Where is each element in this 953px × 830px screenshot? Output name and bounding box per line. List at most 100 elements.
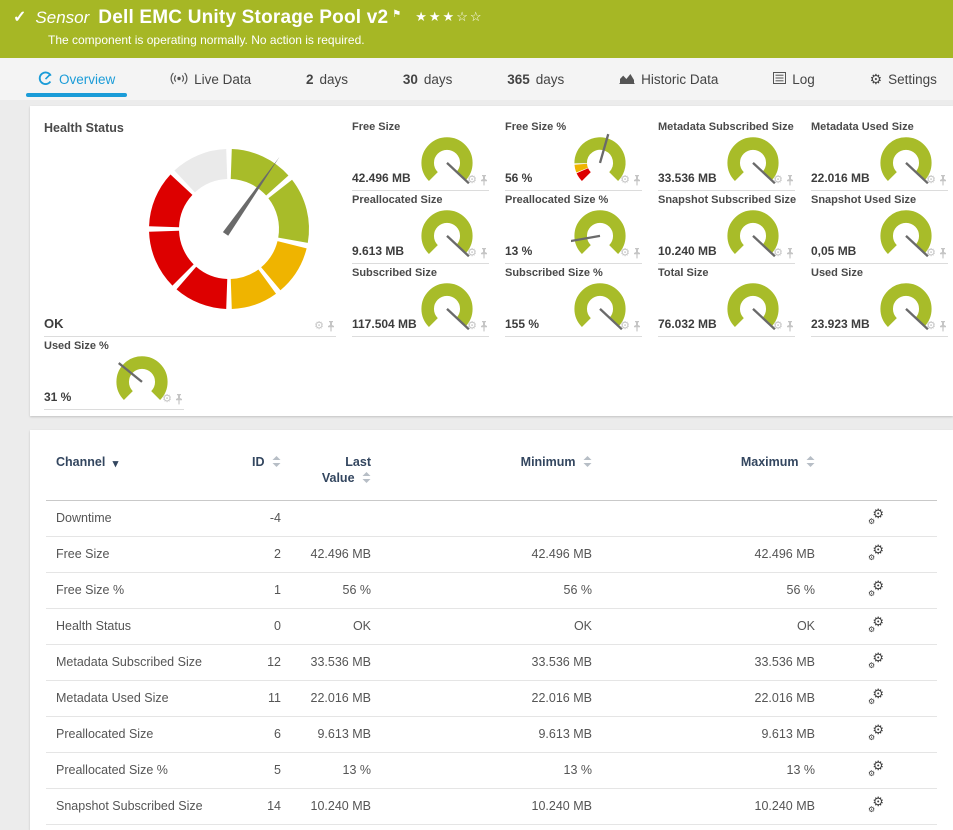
channel-name[interactable]: Downtime <box>46 500 241 536</box>
gauge-value: 117.504 MB <box>352 317 417 331</box>
channel-settings-icon[interactable]: ⚙⚙ <box>868 582 884 596</box>
gauge-tile-snapshot-used-size[interactable]: Snapshot Used Size0,05 MB⚙ <box>811 191 948 264</box>
gear-icon[interactable]: ⚙ <box>467 321 477 332</box>
pin-icon[interactable] <box>480 321 488 332</box>
column-header-minimum[interactable]: Minimum <box>371 448 592 500</box>
channel-settings-icon[interactable]: ⚙⚙ <box>868 690 884 704</box>
gear-icon[interactable]: ⚙ <box>467 175 477 186</box>
channel-name[interactable]: Health Status <box>46 608 241 644</box>
tile-actions: ⚙ <box>620 248 641 259</box>
gauge-tile-snapshot-subscribed-size[interactable]: Snapshot Subscribed Size10.240 MB⚙ <box>658 191 795 264</box>
channel-row-metadata-used-size: Metadata Used Size1122.016 MB22.016 MB22… <box>46 680 937 716</box>
tab-bar: Overview Live Data 2days 30days 365days Histo… <box>0 58 953 100</box>
channel-name[interactable]: Preallocated Size <box>46 716 241 752</box>
pin-icon[interactable] <box>175 394 183 405</box>
channel-last-value: 42.496 MB <box>281 536 371 572</box>
gear-icon: ⚙ <box>870 72 883 86</box>
pin-icon[interactable] <box>480 248 488 259</box>
gauge-tile-preallocated-size[interactable]: Preallocated Size9.613 MB⚙ <box>352 191 489 264</box>
channel-maximum: 13 % <box>592 752 815 788</box>
channel-settings-icon[interactable]: ⚙⚙ <box>868 618 884 632</box>
pin-icon[interactable] <box>480 175 488 186</box>
tile-actions: ⚙ <box>467 175 488 186</box>
priority-stars[interactable]: ★★★☆☆ <box>415 9 483 25</box>
channel-name[interactable]: Metadata Subscribed Size <box>46 644 241 680</box>
pin-icon[interactable] <box>786 321 794 332</box>
pin-icon[interactable] <box>327 321 335 332</box>
tab-overview[interactable]: Overview <box>38 58 115 100</box>
tab-settings[interactable]: ⚙Settings <box>870 58 937 100</box>
gauge-tile-preallocated-size-pct[interactable]: Preallocated Size %13 %⚙ <box>505 191 642 264</box>
channel-settings-icon[interactable]: ⚙⚙ <box>868 798 884 812</box>
column-header-last-value[interactable]: LastValue <box>281 448 371 500</box>
gear-icon[interactable]: ⚙ <box>773 248 783 259</box>
channel-name[interactable]: Snapshot Used Size <box>46 824 241 830</box>
channel-minimum: 56 % <box>371 572 592 608</box>
gauge-tile-free-size[interactable]: Free Size42.496 MB⚙ <box>352 118 489 191</box>
pin-icon[interactable] <box>786 248 794 259</box>
channel-settings-icon[interactable]: ⚙⚙ <box>868 654 884 668</box>
channel-name[interactable]: Free Size <box>46 536 241 572</box>
gear-icon[interactable]: ⚙ <box>926 321 936 332</box>
gear-icon[interactable]: ⚙ <box>773 175 783 186</box>
gear-icon[interactable]: ⚙ <box>773 321 783 332</box>
tile-actions: ⚙ <box>773 248 794 259</box>
gauge-value: 76.032 MB <box>658 317 717 331</box>
tab-days-30[interactable]: 30days <box>403 58 453 100</box>
tab-days-2[interactable]: 2days <box>306 58 348 100</box>
tab-log[interactable]: Log <box>773 58 815 100</box>
channel-settings-icon[interactable]: ⚙⚙ <box>868 726 884 740</box>
gauge-value: 23.923 MB <box>811 317 870 331</box>
gauge-tile-metadata-used-size[interactable]: Metadata Used Size22.016 MB⚙ <box>811 118 948 191</box>
gauge-tile-used-size[interactable]: Used Size23.923 MB⚙ <box>811 264 948 337</box>
gauge-tile-free-size-pct[interactable]: Free Size %56 %⚙ <box>505 118 642 191</box>
gear-icon[interactable]: ⚙ <box>620 321 630 332</box>
gauge-value: 22.016 MB <box>811 171 870 185</box>
flag-icon[interactable]: ⚑ <box>392 9 401 20</box>
gauge-tile-used-size-pct[interactable]: Used Size %31 %⚙ <box>44 337 184 410</box>
gear-icon[interactable]: ⚙ <box>620 248 630 259</box>
tile-actions: ⚙ <box>467 248 488 259</box>
channel-settings-icon[interactable]: ⚙⚙ <box>868 546 884 560</box>
channel-minimum: 9.613 MB <box>371 716 592 752</box>
pin-icon[interactable] <box>939 248 947 259</box>
column-header-maximum[interactable]: Maximum <box>592 448 815 500</box>
channel-settings-icon[interactable]: ⚙⚙ <box>868 510 884 524</box>
column-header-channel[interactable]: Channel ▾ <box>46 448 241 500</box>
gauge-tile-subscribed-size[interactable]: Subscribed Size117.504 MB⚙ <box>352 264 489 337</box>
gauge-tile-metadata-subscribed-size[interactable]: Metadata Subscribed Size33.536 MB⚙ <box>658 118 795 191</box>
channel-last-value: OK <box>281 608 371 644</box>
pin-icon[interactable] <box>939 321 947 332</box>
channel-name[interactable]: Metadata Used Size <box>46 680 241 716</box>
gauge-tile-health-status[interactable]: Health StatusOK⚙ <box>44 118 336 337</box>
channel-row-free-size: Free Size242.496 MB42.496 MB42.496 MB⚙⚙ <box>46 536 937 572</box>
tile-actions: ⚙ <box>467 321 488 332</box>
gear-icon[interactable]: ⚙ <box>467 248 477 259</box>
tab-label: days <box>424 72 453 87</box>
object-kind-label: Sensor <box>35 8 89 28</box>
pin-icon[interactable] <box>939 175 947 186</box>
tab-live-data[interactable]: Live Data <box>170 58 251 100</box>
gear-icon[interactable]: ⚙ <box>620 175 630 186</box>
pin-icon[interactable] <box>786 175 794 186</box>
gear-icon[interactable]: ⚙ <box>162 394 172 405</box>
pin-icon[interactable] <box>633 175 641 186</box>
pin-icon[interactable] <box>633 248 641 259</box>
column-header-id[interactable]: ID <box>241 448 281 500</box>
channel-name[interactable]: Free Size % <box>46 572 241 608</box>
channel-id: 11 <box>241 680 281 716</box>
channel-id: 5 <box>241 752 281 788</box>
channel-name[interactable]: Preallocated Size % <box>46 752 241 788</box>
tab-label: Overview <box>59 72 115 87</box>
gauge-tile-total-size[interactable]: Total Size76.032 MB⚙ <box>658 264 795 337</box>
gear-icon[interactable]: ⚙ <box>926 248 936 259</box>
gauge-tile-subscribed-size-pct[interactable]: Subscribed Size %155 %⚙ <box>505 264 642 337</box>
tab-historic-data[interactable]: Historic Data <box>619 58 718 100</box>
channel-id: 12 <box>241 644 281 680</box>
pin-icon[interactable] <box>633 321 641 332</box>
gear-icon[interactable]: ⚙ <box>926 175 936 186</box>
channel-name[interactable]: Snapshot Subscribed Size <box>46 788 241 824</box>
tab-days-365[interactable]: 365days <box>507 58 564 100</box>
channel-settings-icon[interactable]: ⚙⚙ <box>868 762 884 776</box>
gear-icon[interactable]: ⚙ <box>314 321 324 332</box>
